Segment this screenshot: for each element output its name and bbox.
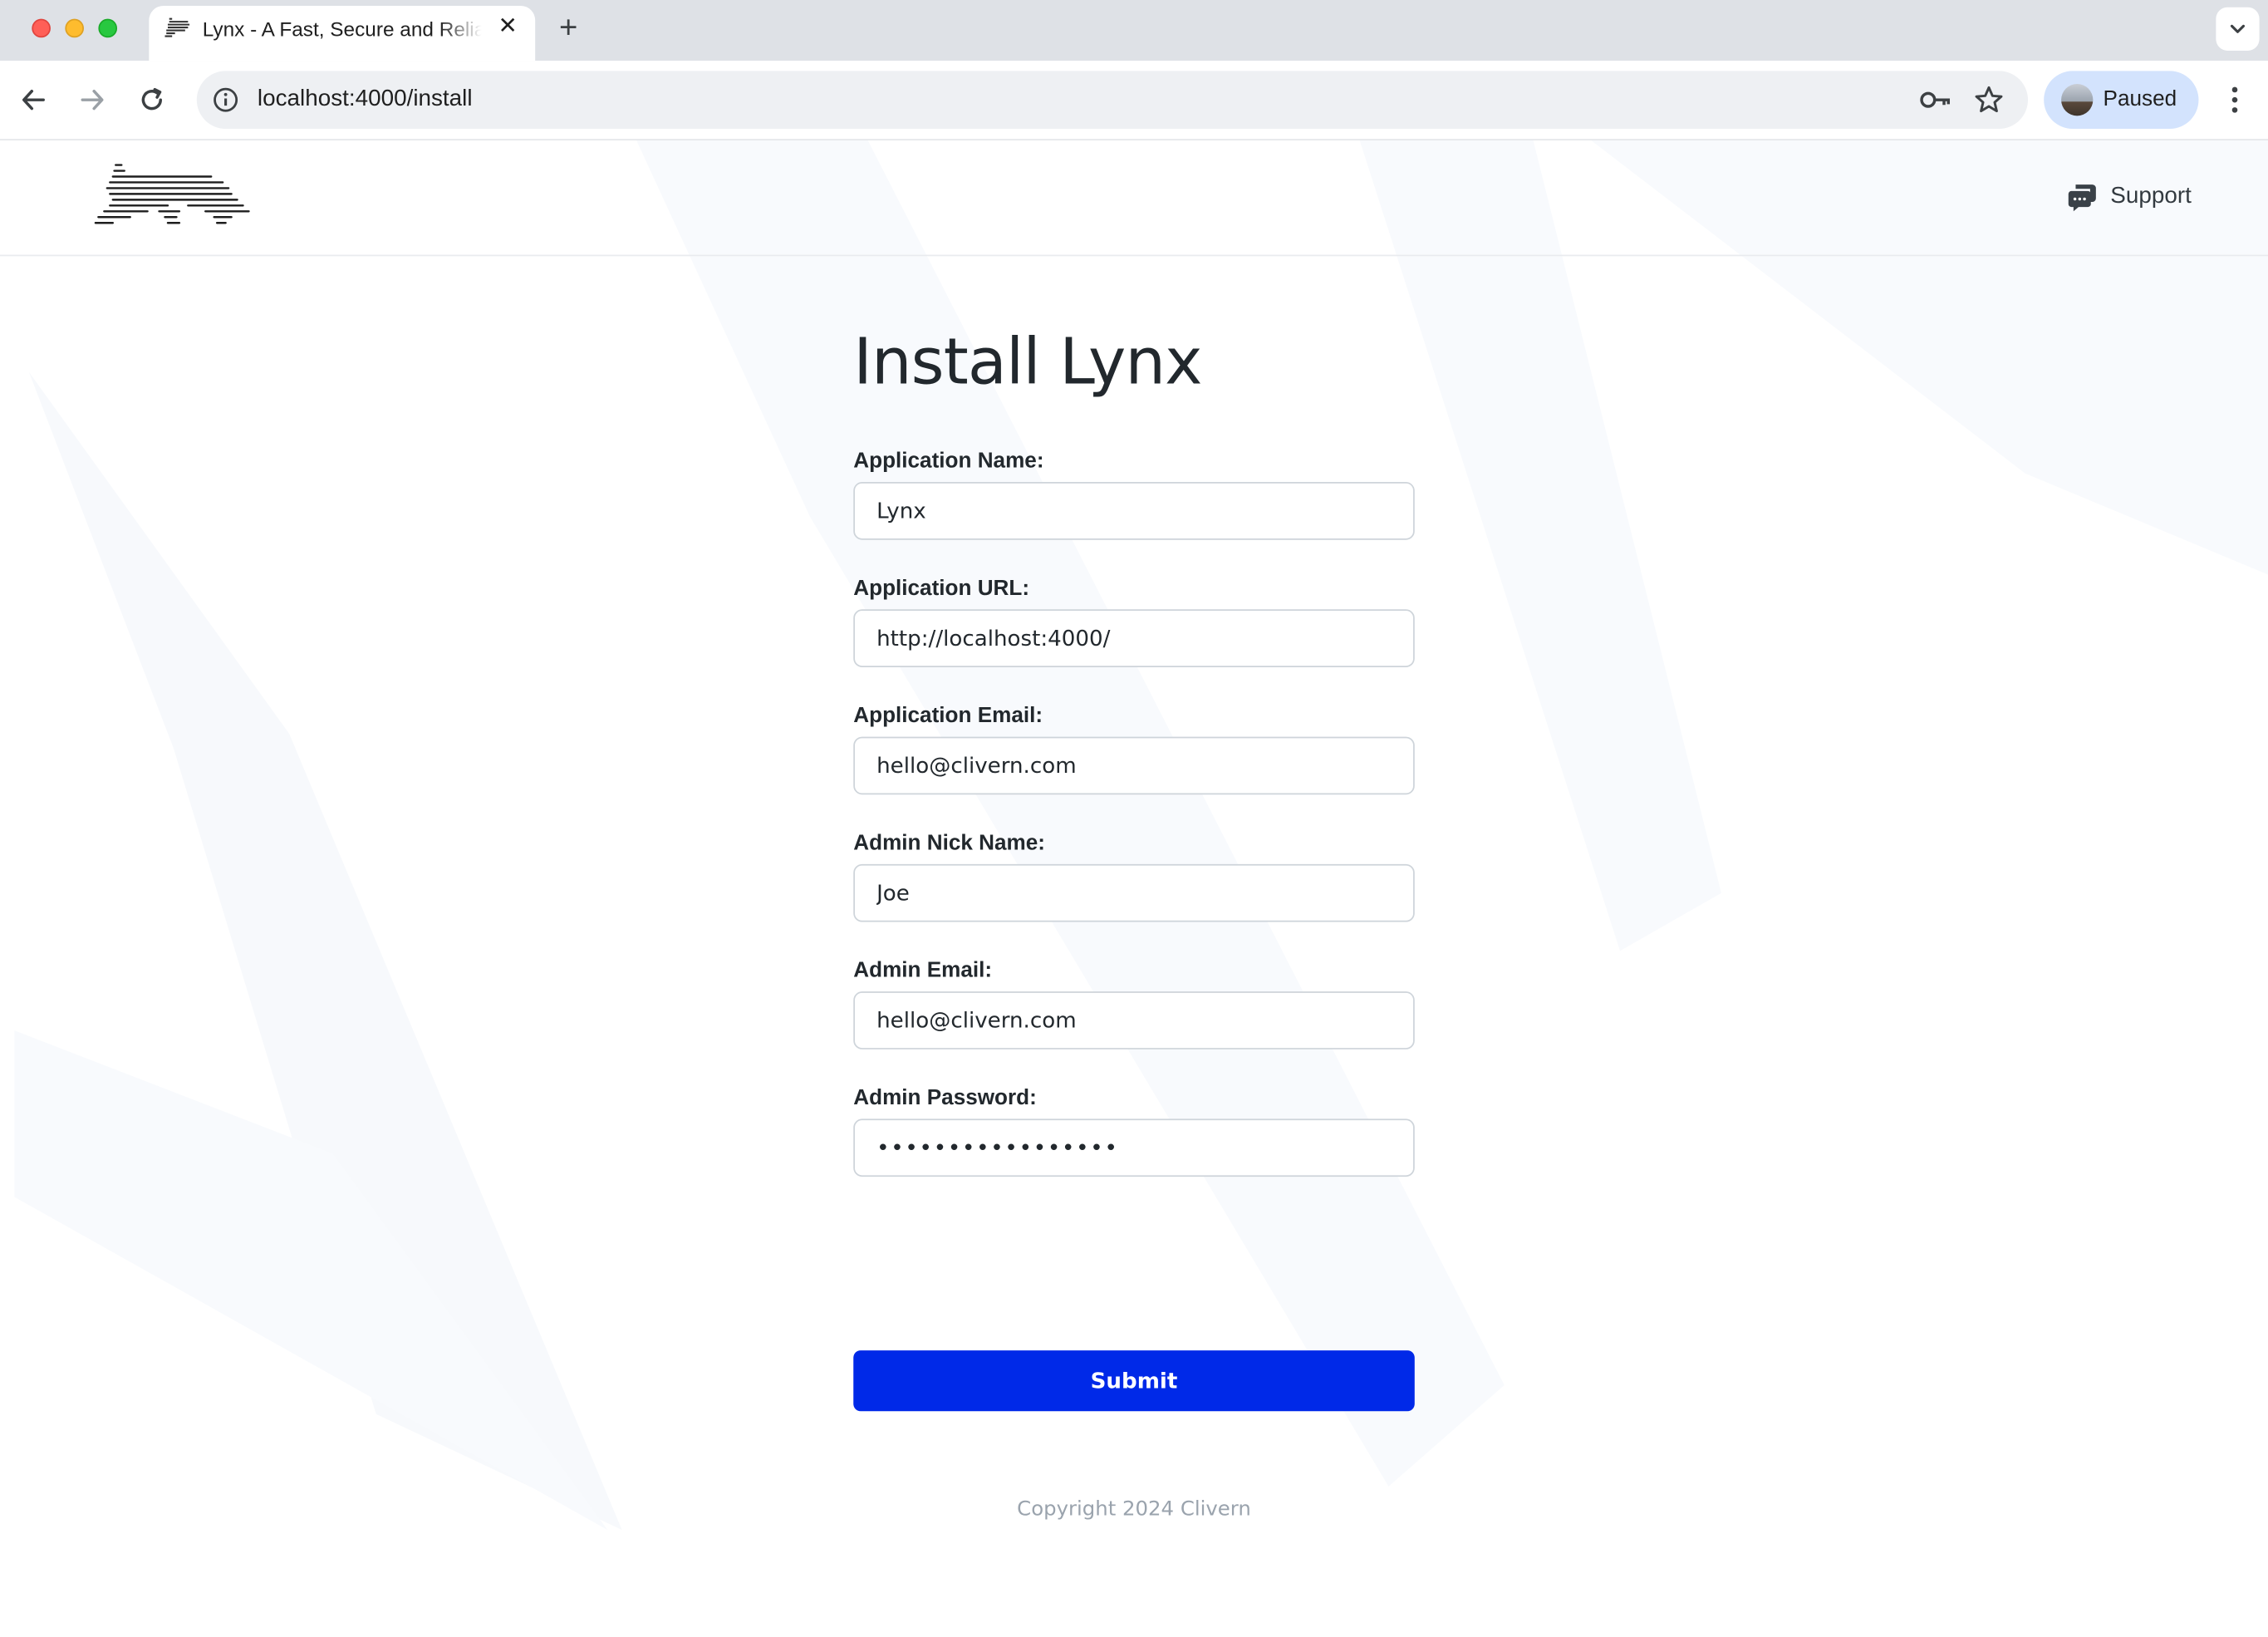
admin-email-label: Admin Email: (853, 958, 993, 983)
browser-window: Lynx - A Fast, Secure and Reliable ✕ + l… (0, 0, 2268, 1637)
reload-button[interactable] (133, 81, 170, 119)
admin-password-input[interactable] (853, 1118, 1415, 1177)
close-window-button[interactable] (32, 18, 51, 38)
maximize-window-button[interactable] (98, 18, 118, 38)
back-button[interactable] (14, 81, 52, 119)
site-header: Support (0, 140, 2268, 257)
tab-active[interactable]: Lynx - A Fast, Secure and Reliable ✕ (149, 5, 536, 61)
key-icon[interactable] (1918, 86, 1953, 115)
admin-nickname-label: Admin Nick Name: (853, 830, 1046, 856)
arrow-left-icon (22, 89, 45, 111)
admin-password-label: Admin Password: (853, 1085, 1037, 1110)
more-menu-icon[interactable] (2221, 81, 2247, 119)
application-url-label: Application URL: (853, 576, 1030, 601)
new-tab-button[interactable]: + (551, 9, 586, 45)
star-icon[interactable] (1973, 84, 2005, 116)
chevron-down-icon (2230, 24, 2246, 33)
profile-status: Paused (2103, 86, 2177, 112)
address-bar[interactable]: localhost:4000/install (196, 71, 2029, 130)
application-email-label: Application Email: (853, 703, 1043, 729)
application-email-field: Application Email: (853, 702, 1415, 795)
lynx-logo[interactable] (92, 162, 254, 232)
tab-strip: Lynx - A Fast, Secure and Reliable ✕ + (0, 0, 2268, 61)
admin-password-field: Admin Password: (853, 1084, 1415, 1177)
application-name-field: Application Name: (853, 447, 1415, 540)
page-title: Install Lynx (853, 325, 1202, 400)
submit-button[interactable]: Submit (853, 1350, 1415, 1412)
tab-close-icon[interactable]: ✕ (493, 13, 523, 42)
support-link[interactable]: Support (2067, 179, 2192, 214)
forward-button[interactable] (74, 81, 111, 119)
admin-email-input[interactable] (853, 991, 1415, 1050)
minimize-window-button[interactable] (65, 18, 84, 38)
web-page: Support Install Lynx Application Name: A… (0, 140, 2268, 1637)
avatar (2061, 84, 2094, 116)
tab-title: Lynx - A Fast, Secure and Reliable (202, 17, 482, 41)
lynx-favicon-icon (164, 17, 190, 37)
arrow-right-icon (81, 89, 104, 111)
browser-toolbar: localhost:4000/install Paused (0, 61, 2268, 140)
chat-icon (2068, 184, 2096, 211)
tab-search-button[interactable] (2216, 7, 2260, 51)
admin-email-field: Admin Email: (853, 956, 1415, 1050)
support-label: Support (2110, 184, 2192, 209)
application-name-input[interactable] (853, 482, 1415, 540)
application-email-input[interactable] (853, 736, 1415, 795)
profile-button[interactable]: Paused (2044, 71, 2199, 130)
site-info-icon[interactable] (211, 86, 240, 115)
admin-nickname-field: Admin Nick Name: (853, 829, 1415, 922)
copyright-text: Copyright 2024 Clivern (1017, 1497, 1251, 1521)
reload-icon (141, 87, 163, 111)
application-url-input[interactable] (853, 609, 1415, 667)
url-text[interactable]: localhost:4000/install (258, 87, 473, 113)
application-name-label: Application Name: (853, 448, 1044, 474)
application-url-field: Application URL: (853, 574, 1415, 667)
admin-nickname-input[interactable] (853, 863, 1415, 922)
